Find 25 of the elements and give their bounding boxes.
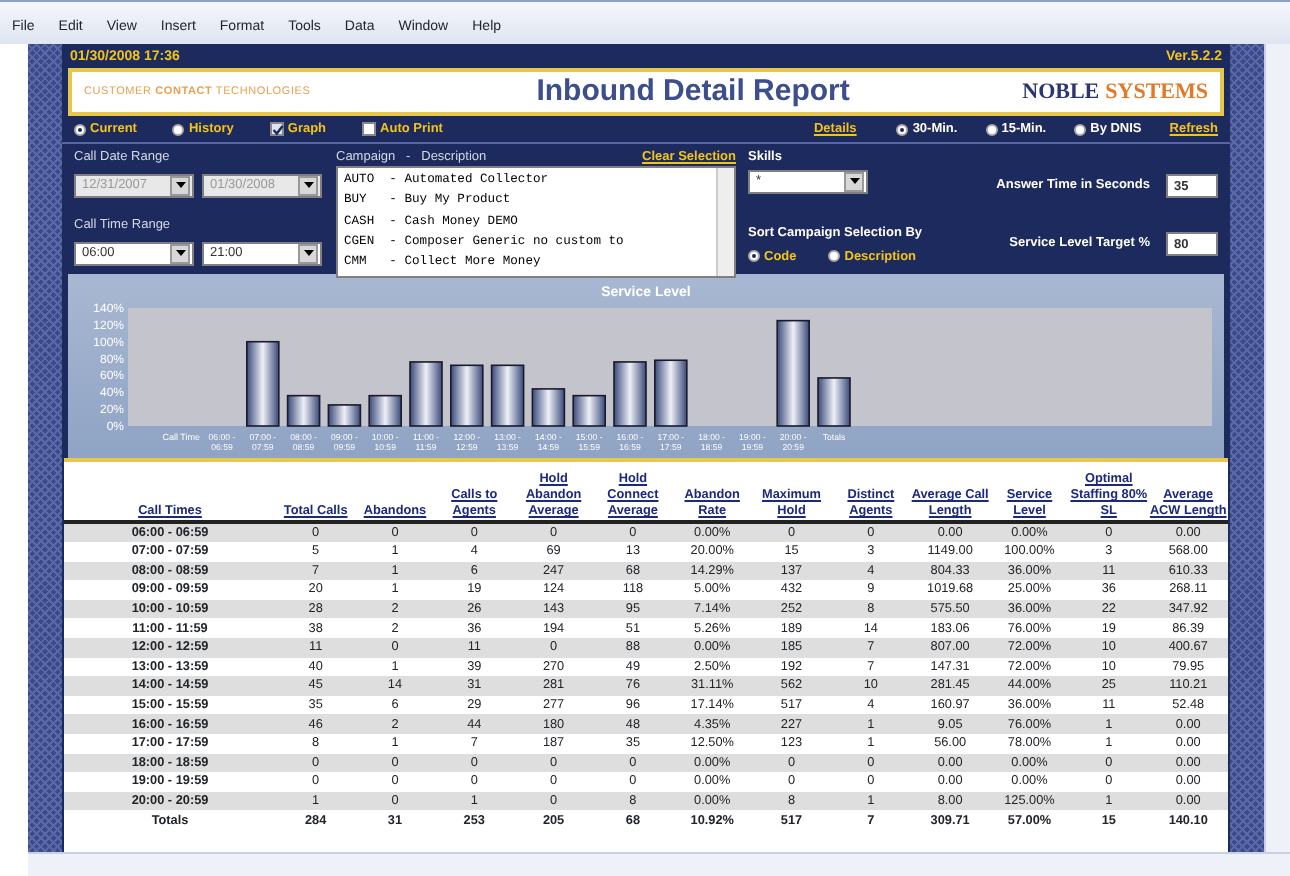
caret-icon — [170, 243, 190, 264]
bar — [776, 319, 810, 427]
bar — [409, 361, 443, 427]
bar — [490, 364, 525, 427]
logo: NOBLE SYSTEMS — [1022, 77, 1208, 108]
bar — [246, 340, 280, 427]
checkbox[interactable] — [362, 122, 377, 136]
bar — [817, 377, 851, 427]
vertical-scrollbar[interactable] — [1264, 44, 1290, 852]
report-title: Inbound Detail Report — [534, 71, 852, 112]
caret-icon — [170, 175, 190, 196]
bar — [572, 394, 606, 427]
bar — [613, 361, 647, 427]
bar — [327, 404, 362, 427]
bar — [368, 394, 402, 427]
bar — [286, 394, 321, 427]
caret-icon — [298, 243, 318, 264]
bar — [450, 364, 484, 427]
caret-icon — [298, 175, 318, 196]
bar — [654, 359, 688, 427]
list-scrollbar[interactable] — [716, 167, 734, 276]
bar — [531, 388, 566, 427]
horizontal-scrollbar[interactable] — [28, 852, 1290, 876]
checkbox[interactable] — [269, 122, 284, 136]
caret-icon — [844, 171, 864, 192]
